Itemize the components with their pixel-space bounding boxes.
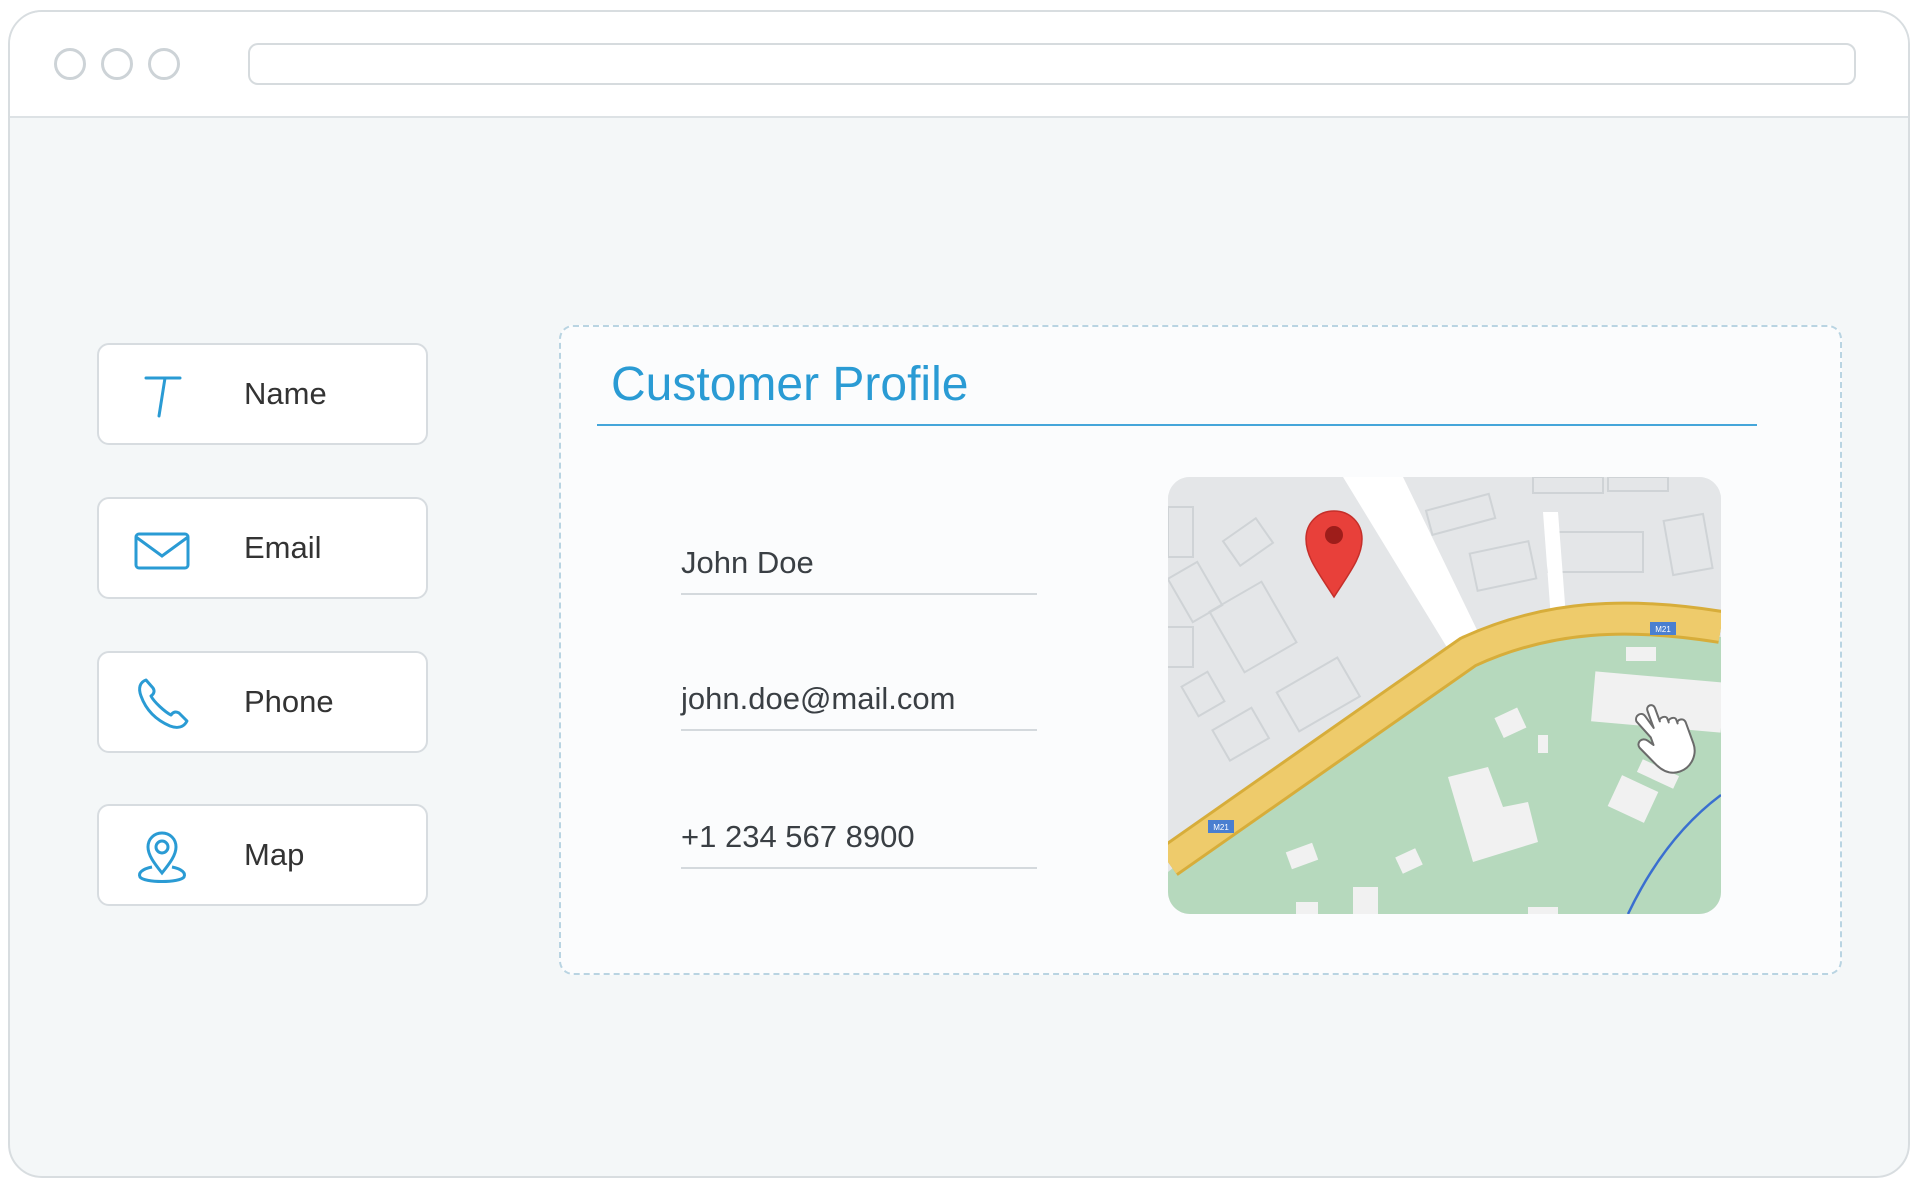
text-t-icon — [129, 363, 195, 429]
customer-profile-card: Customer Profile John Doe john.doe@mail.… — [559, 325, 1842, 975]
sidebar-item-name[interactable]: Name — [97, 343, 428, 445]
title-bar — [10, 12, 1908, 118]
sidebar-item-label: Phone — [244, 684, 334, 719]
window-close-button[interactable] — [54, 48, 86, 80]
title-divider — [597, 424, 1757, 426]
name-field[interactable]: John Doe — [681, 545, 1037, 595]
email-field[interactable]: john.doe@mail.com — [681, 681, 1037, 731]
phone-icon — [129, 671, 195, 737]
address-bar[interactable] — [248, 43, 1856, 85]
sidebar-item-email[interactable]: Email — [97, 497, 428, 599]
phone-field[interactable]: +1 234 567 8900 — [681, 819, 1037, 869]
map-pin-icon — [129, 824, 195, 890]
road-label: M21 — [1213, 823, 1229, 832]
page-title: Customer Profile — [611, 358, 969, 411]
window-minimize-button[interactable] — [101, 48, 133, 80]
sidebar-item-label: Name — [244, 376, 327, 411]
sidebar-item-label: Map — [244, 837, 305, 872]
browser-window: Name Email Phone Map Customer Profile Jo… — [8, 10, 1910, 1178]
road-label: M21 — [1655, 625, 1671, 634]
sidebar-item-map[interactable]: Map — [97, 804, 428, 906]
envelope-icon — [129, 517, 195, 583]
sidebar-item-phone[interactable]: Phone — [97, 651, 428, 753]
sidebar-item-label: Email — [244, 530, 322, 565]
road-label-badge: M21 — [1650, 622, 1676, 635]
map-widget[interactable]: M21 M21 — [1168, 477, 1721, 914]
window-maximize-button[interactable] — [148, 48, 180, 80]
road-label-badge: M21 — [1208, 820, 1234, 833]
